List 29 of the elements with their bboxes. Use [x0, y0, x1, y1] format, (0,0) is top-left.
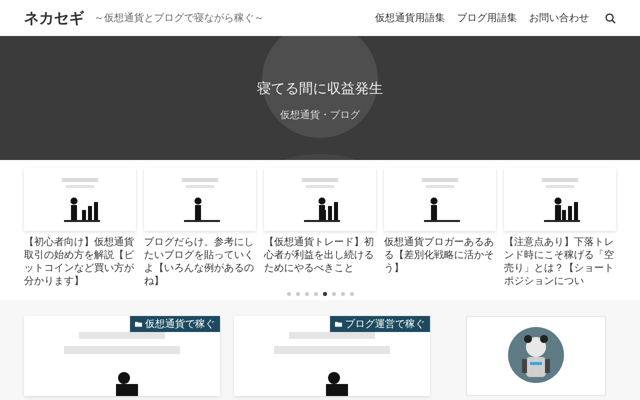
- article-card[interactable]: 仮想通貨で稼ぐ: [24, 316, 220, 396]
- hero-title: 寝てる間に収益発生: [257, 80, 383, 98]
- article-card[interactable]: ブログ運営で稼ぐ: [234, 316, 430, 396]
- site-tagline: ～仮想通貨とブログで寝ながら稼ぐ～: [94, 12, 264, 25]
- post-title[interactable]: 【注意点あり】下落トレンド時にこそ稼げる「空売り」とは？【ショートポジションについ: [504, 236, 616, 288]
- carousel-dot[interactable]: [350, 292, 354, 296]
- category-badge[interactable]: ブログ運営で稼ぐ: [330, 316, 430, 332]
- carousel-dot[interactable]: [314, 292, 318, 296]
- nav-link[interactable]: お問い合わせ: [529, 11, 589, 25]
- nav-link[interactable]: 仮想通貨用語集: [375, 11, 445, 25]
- category-label: 仮想通貨で稼ぐ: [145, 318, 215, 331]
- carousel-dot[interactable]: [322, 292, 326, 296]
- post-title[interactable]: 【初心者向け】仮想通貨取引の始め方を解説【ビットコインなど買い方が分かります】: [24, 236, 136, 288]
- nav-link[interactable]: ブログ用語集: [457, 11, 517, 25]
- carousel-dot[interactable]: [296, 292, 300, 296]
- hero-subtitle: 仮想通貨・ブログ: [280, 108, 360, 122]
- post-title[interactable]: ブログだらけ。参考にしたいブログを貼っていくよ【いろんな例があるのね】: [144, 236, 256, 288]
- category-label: ブログ運営で稼ぐ: [345, 318, 425, 331]
- folder-icon: [135, 321, 142, 327]
- carousel-dot[interactable]: [340, 292, 344, 296]
- post-title[interactable]: 仮想通貨ブロガーあるある【差別化戦略に活かそう】: [384, 236, 496, 275]
- carousel-dot[interactable]: [332, 292, 336, 296]
- carousel-dot[interactable]: [304, 292, 308, 296]
- category-badge[interactable]: 仮想通貨で稼ぐ: [130, 316, 220, 332]
- carousel-dot[interactable]: [286, 292, 290, 296]
- post-title[interactable]: 【仮想通貨トレード】初心者が利益を出し続けるためにやるべきこと: [264, 236, 376, 275]
- folder-icon: [335, 321, 342, 327]
- search-icon[interactable]: [605, 12, 616, 24]
- site-logo[interactable]: ネカセギ: [24, 8, 84, 28]
